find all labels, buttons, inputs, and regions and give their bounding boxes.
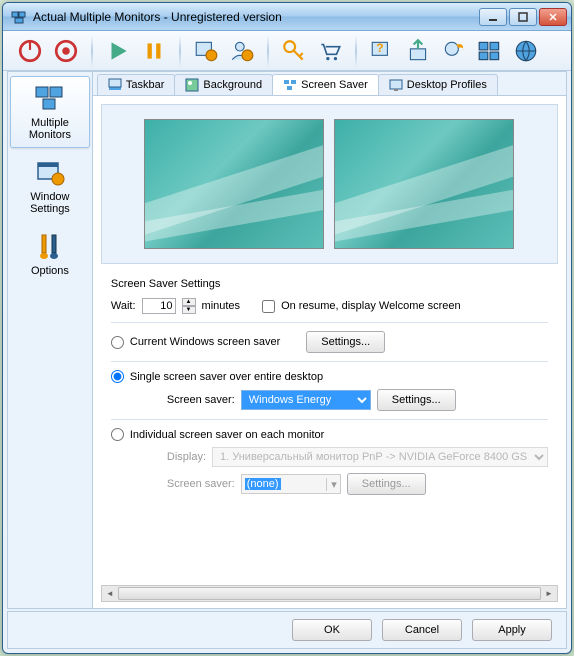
sidebar-item-label: Options: [31, 265, 69, 277]
power-icon[interactable]: [13, 34, 47, 68]
radio-single[interactable]: [111, 370, 124, 383]
play-icon[interactable]: [101, 34, 135, 68]
pause-icon[interactable]: [137, 34, 171, 68]
sidebar: Multiple Monitors Window Settings Option…: [8, 72, 93, 608]
spin-up-button[interactable]: ▲: [182, 298, 196, 306]
update-icon[interactable]: [401, 34, 435, 68]
maximize-button[interactable]: [509, 8, 537, 26]
feedback-icon[interactable]: [437, 34, 471, 68]
globe-icon[interactable]: [509, 34, 543, 68]
resume-label: On resume, display Welcome screen: [281, 300, 461, 312]
minimize-button[interactable]: [479, 8, 507, 26]
wait-input[interactable]: [142, 298, 176, 314]
tab-screen-saver[interactable]: Screen Saver: [272, 74, 379, 95]
sidebar-item-label: Multiple Monitors: [13, 117, 87, 141]
indiv-saver-label: Screen saver:: [167, 478, 235, 490]
display-label: Display:: [167, 451, 206, 463]
user-gear-icon[interactable]: [225, 34, 259, 68]
indiv-settings-button[interactable]: Settings...: [347, 473, 426, 495]
window-title: Actual Multiple Monitors - Unregistered …: [33, 10, 479, 24]
radio-individual-label: Individual screen saver on each monitor: [130, 429, 324, 441]
horizontal-scrollbar[interactable]: ◄ ►: [101, 585, 558, 602]
wait-label: Wait:: [111, 300, 136, 312]
resume-checkbox[interactable]: [262, 300, 275, 313]
monitors-icon[interactable]: [473, 34, 507, 68]
sidebar-item-label: Window Settings: [13, 191, 87, 215]
app-window: Actual Multiple Monitors - Unregistered …: [2, 2, 572, 654]
sidebar-item-options[interactable]: Options: [10, 224, 90, 284]
close-button[interactable]: [539, 8, 567, 26]
tab-desktop-profiles[interactable]: Desktop Profiles: [378, 74, 498, 95]
single-settings-button[interactable]: Settings...: [377, 389, 456, 411]
radio-individual[interactable]: [111, 428, 124, 441]
radio-single-label: Single screen saver over entire desktop: [130, 371, 323, 383]
sidebar-item-window-settings[interactable]: Window Settings: [10, 150, 90, 222]
window-gear-icon[interactable]: [189, 34, 223, 68]
screen-saver-select[interactable]: Windows Energy: [241, 390, 371, 410]
tab-background[interactable]: Background: [174, 74, 273, 95]
tab-taskbar[interactable]: Taskbar: [97, 74, 176, 95]
help-icon[interactable]: ?: [365, 34, 399, 68]
toolbar: ?: [3, 31, 571, 71]
sidebar-item-multiple-monitors[interactable]: Multiple Monitors: [10, 76, 90, 148]
apply-button[interactable]: Apply: [472, 619, 552, 641]
tabs: Taskbar Background Screen Saver Desktop …: [93, 72, 566, 96]
monitor-preview-1: [144, 119, 324, 249]
cancel-button[interactable]: Cancel: [382, 619, 462, 641]
monitor-preview-2: [334, 119, 514, 249]
group-title: Screen Saver Settings: [111, 278, 548, 290]
preview-area: [101, 104, 558, 264]
footer: OK Cancel Apply: [7, 611, 567, 649]
radio-current-label: Current Windows screen saver: [130, 336, 280, 348]
cart-icon[interactable]: [313, 34, 347, 68]
titlebar[interactable]: Actual Multiple Monitors - Unregistered …: [3, 3, 571, 31]
screen-saver-label: Screen saver:: [167, 394, 235, 406]
ok-button[interactable]: OK: [292, 619, 372, 641]
display-select[interactable]: 1. Универсальный монитор PnP -> NVIDIA G…: [212, 447, 548, 467]
svg-text:?: ?: [376, 41, 383, 55]
wait-unit: minutes: [202, 300, 241, 312]
current-settings-button[interactable]: Settings...: [306, 331, 385, 353]
app-icon: [11, 9, 27, 25]
stop-icon[interactable]: [49, 34, 83, 68]
key-icon[interactable]: [277, 34, 311, 68]
indiv-saver-select[interactable]: (none) ▾: [241, 474, 341, 494]
spin-down-button[interactable]: ▼: [182, 306, 196, 314]
radio-current[interactable]: [111, 336, 124, 349]
